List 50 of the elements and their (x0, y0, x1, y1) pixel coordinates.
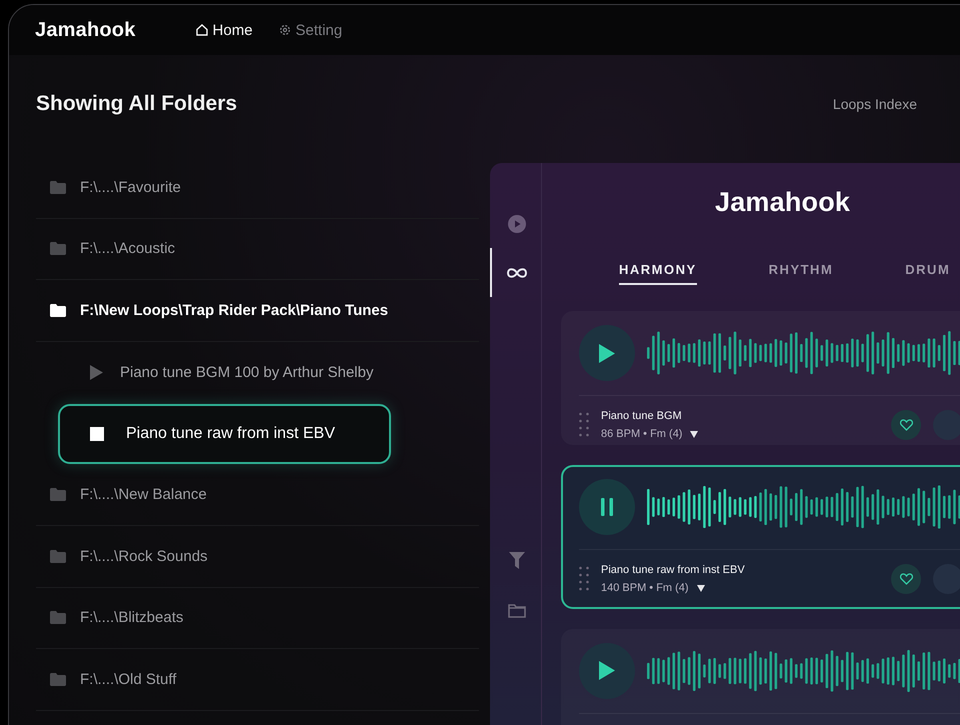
stop-icon (90, 426, 104, 441)
settings-icon (278, 24, 291, 36)
folder-icon (50, 242, 66, 256)
loop-info: 140 BPM • Fm (4) (601, 582, 689, 594)
plugin-logo: Jamahook (715, 187, 850, 218)
category-tab[interactable]: RHYTHM (768, 262, 834, 285)
drag-handle-icon (579, 566, 589, 592)
loop-file-item[interactable]: Piano tune BGM 100 by Arthur Shelby (88, 342, 421, 402)
caret-icon[interactable] (690, 430, 698, 438)
heart-icon (900, 573, 912, 586)
folder-icon (50, 550, 66, 563)
nav-link[interactable]: Setting (278, 22, 342, 38)
folder-row[interactable]: F:\....\Acoustic (36, 218, 479, 280)
folder-row[interactable]: F:\New Loops\Trap Rider Pack\Piano Tunes (36, 280, 479, 342)
folder-row[interactable]: F:\....\Old Stuff (36, 649, 479, 710)
loop-info: 86 BPM • Fm (4) (601, 428, 682, 440)
heart-icon (900, 419, 912, 431)
category-tab[interactable]: DRUM (905, 262, 950, 285)
play-circle-icon (508, 214, 526, 232)
pause-icon (600, 498, 614, 516)
folder-row[interactable]: F:\....\Favourite (36, 157, 479, 218)
home-icon (196, 24, 208, 36)
favorite-button[interactable] (891, 410, 921, 440)
folder-icon (50, 180, 66, 194)
folder-row[interactable]: F:\....\Blitzbeats (36, 588, 479, 649)
loops-indexed-label: Loops Indexe (832, 96, 917, 112)
category-tab[interactable]: HARMONY (619, 262, 697, 285)
filter-icon (508, 552, 524, 569)
loop-card[interactable]: Piano tune BGM 86 BPM • Fm (4) (561, 311, 960, 446)
app-logo: Jamahook (35, 18, 136, 42)
favorite-button[interactable] (891, 564, 921, 594)
folder-icon (50, 611, 66, 624)
page-title: Showing All Folders (36, 92, 238, 116)
loop-name: Piano tune raw from inst EBV (601, 564, 746, 576)
loop-file-item[interactable]: Piano tune raw from inst EBV (58, 404, 391, 464)
loop-name: Piano tune BGM (601, 410, 683, 422)
loop-card[interactable]: Piano tune raw from inst EBV 140 BPM • Fm (4) (561, 465, 960, 609)
infinity-icon (506, 266, 528, 280)
nav-link[interactable]: Home (196, 22, 253, 38)
folder-row[interactable]: F:\....\New Balance (36, 464, 479, 526)
folder-icon (50, 304, 66, 317)
folder-icon (508, 602, 526, 618)
play-icon (599, 661, 615, 680)
folder-icon (50, 672, 66, 686)
drag-handle-icon (579, 412, 589, 438)
folder-row[interactable]: F:\....\Rock Sounds (36, 526, 479, 588)
folder-icon (50, 488, 66, 502)
play-icon (90, 364, 103, 380)
play-icon (599, 344, 615, 362)
caret-icon[interactable] (696, 584, 705, 592)
